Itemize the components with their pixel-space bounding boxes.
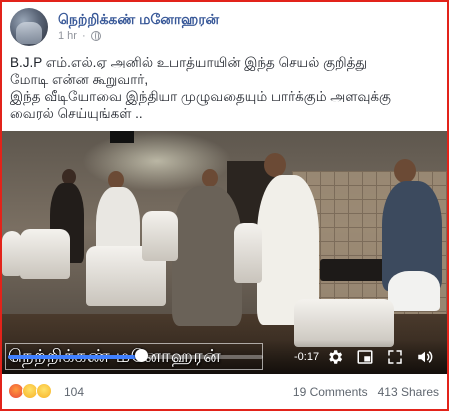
caption-line: B.J.P எம்.எல்.ஏ அனில் உபாத்யாயின் இந்த ச… [10,55,368,70]
post-caption: B.J.P எம்.எல்.ஏ அனில் உபாத்யாயின் இந்த ச… [10,54,440,122]
reaction-count[interactable]: 104 [64,385,84,399]
time-remaining: -0:17 [294,351,320,363]
post-stats: 19 Comments 413 Shares [293,385,439,399]
shares-count[interactable]: 413 Shares [378,385,439,399]
caption-line: மோடி என்ன கூறுவார், [10,72,149,87]
progress-fill [8,355,141,359]
caption-line: இந்த வீடியோவை இந்தியா முழுவதையும் பார்க்… [10,89,391,104]
facebook-post: நெற்றிக்கண் மனோஹரன் 1 hr · B.J.P எம்.எல்… [2,2,447,409]
caption-line: வைரல் செய்யுங்கள் .. [10,106,143,121]
volume-icon[interactable] [415,347,435,367]
video-player[interactable]: நெற்றிக்கண் மனோஹரன் -0:17 [2,131,447,374]
globe-icon [90,31,101,41]
progress-scrubber[interactable] [134,349,148,362]
post-time[interactable]: 1 hr [58,30,77,42]
post-footer: 104 19 Comments 413 Shares [2,378,447,406]
sad-reaction-icon[interactable] [36,383,52,399]
avatar[interactable] [10,8,48,46]
settings-icon[interactable] [325,347,345,367]
comments-count[interactable]: 19 Comments [293,385,368,399]
author-name[interactable]: நெற்றிக்கண் மனோஹரன் [58,11,219,30]
pip-icon[interactable] [355,347,375,367]
fullscreen-icon[interactable] [385,347,405,367]
post-meta: 1 hr · [58,30,101,42]
